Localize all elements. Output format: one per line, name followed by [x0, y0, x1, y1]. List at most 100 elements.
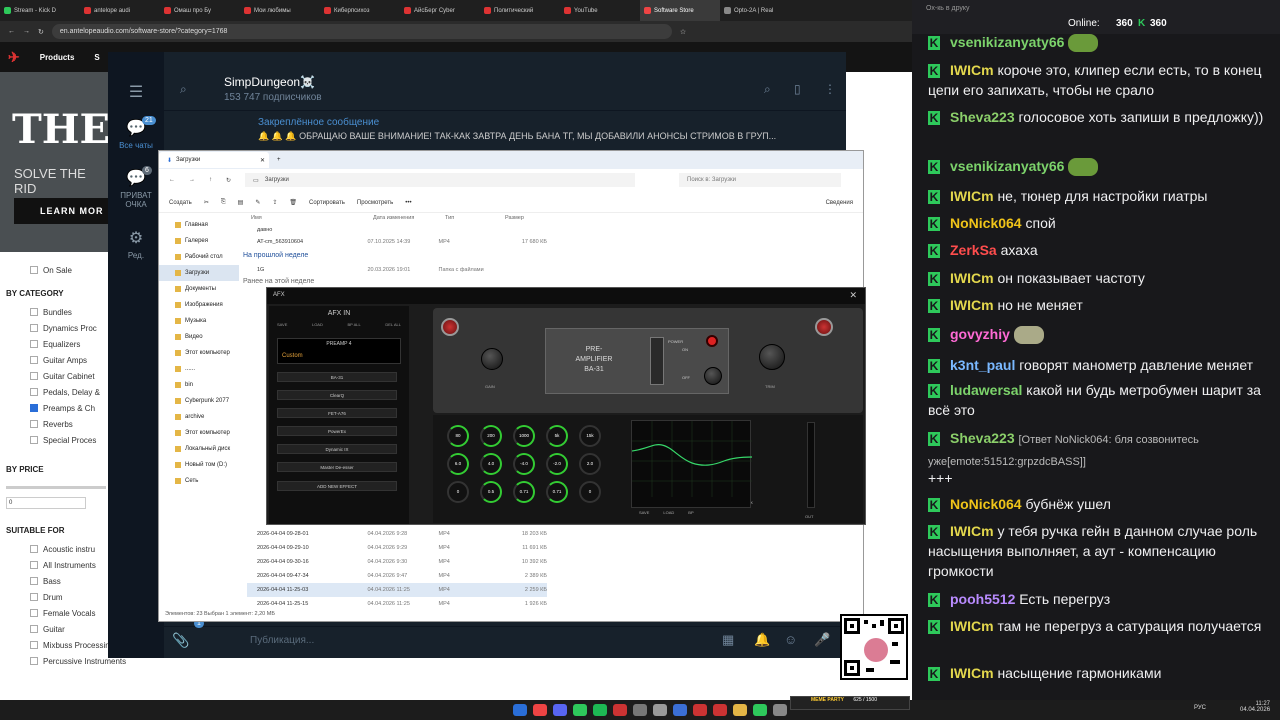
- bell-icon[interactable]: 🔔: [754, 632, 770, 648]
- checkbox[interactable]: [30, 356, 38, 364]
- eq-knob[interactable]: -4.0: [513, 453, 535, 475]
- taskbar-app-icon[interactable]: [753, 704, 767, 716]
- filter-on-sale[interactable]: On Sale: [30, 262, 110, 278]
- file-row[interactable]: 2026-04-04 09-29-10 04.04.2026 9:29 MP4 11 …: [247, 541, 547, 555]
- chat-username[interactable]: IWICm: [950, 665, 994, 681]
- channel-title[interactable]: SimpDungeon☠️: [224, 75, 315, 89]
- browser-tab[interactable]: Opto-2A | Real: [720, 0, 800, 21]
- chat-username[interactable]: ZerkSa: [950, 242, 997, 258]
- details-button[interactable]: Сведения: [826, 200, 863, 206]
- star-icon[interactable]: ☆: [680, 28, 686, 36]
- taskbar-app-icon[interactable]: [533, 704, 547, 716]
- add-effect-button[interactable]: ADD NEW EFFECT: [277, 481, 397, 491]
- search-icon[interactable]: ⌕: [180, 82, 187, 97]
- attach-icon[interactable]: 📎: [172, 632, 189, 649]
- sidebar-item[interactable]: Изображения: [159, 297, 239, 313]
- eq-knob[interactable]: 80: [447, 425, 469, 447]
- taskbar-app-icon[interactable]: [633, 704, 647, 716]
- reload-icon[interactable]: ↻: [38, 28, 44, 36]
- chat-username[interactable]: NoNick064: [950, 496, 1022, 512]
- chat-username[interactable]: vsenikizanyaty66: [950, 158, 1064, 174]
- browser-tab[interactable]: Омаш про Бу: [160, 0, 240, 21]
- effect-slot[interactable]: Master De-esser: [277, 462, 397, 472]
- taskbar-app-icon[interactable]: [713, 704, 727, 716]
- graph-load-button[interactable]: LOAD: [663, 510, 674, 515]
- chat-username[interactable]: NoNick064: [950, 215, 1022, 231]
- checkbox[interactable]: [30, 266, 38, 274]
- taskbar-app-icon[interactable]: [553, 704, 567, 716]
- eq-knob[interactable]: 5k: [546, 425, 568, 447]
- eq-knob[interactable]: -2.0: [546, 453, 568, 475]
- filter-category[interactable]: Pedals, Delay &: [30, 384, 110, 400]
- filter-category[interactable]: Guitar Amps: [30, 352, 110, 368]
- sidebar-item[interactable]: ......: [159, 361, 239, 377]
- cut-icon[interactable]: ✂: [204, 199, 209, 206]
- filter-suitable[interactable]: Acoustic instru: [30, 541, 110, 557]
- file-row[interactable]: 1G 20.03.2026 19:01 Папка с файлами: [247, 263, 547, 277]
- url-input[interactable]: en.antelopeaudio.com/software-store/?cat…: [51, 24, 672, 39]
- filter-suitable[interactable]: Percussive Instruments: [30, 653, 126, 669]
- price-slider[interactable]: [6, 486, 106, 489]
- sidebar-item[interactable]: Галерея: [159, 233, 239, 249]
- browser-tab[interactable]: Stream - Kick D: [0, 0, 80, 21]
- sort-button[interactable]: Сортировать: [309, 200, 345, 206]
- filter-suitable[interactable]: Female Vocals: [30, 605, 110, 621]
- price-min-input[interactable]: 0: [6, 497, 86, 509]
- col-date[interactable]: Дата изменения: [373, 215, 445, 221]
- sidebar-item[interactable]: Главная: [159, 217, 239, 233]
- eq-knob[interactable]: 15k: [579, 425, 601, 447]
- eq-knob[interactable]: 6.0: [447, 453, 469, 475]
- tab-downloads[interactable]: ⬇ Загрузки ✕: [159, 152, 269, 168]
- browser-tab[interactable]: Software Store: [640, 0, 720, 21]
- filter-category[interactable]: Special Proces: [30, 432, 110, 448]
- filter-category[interactable]: Dynamics Proc: [30, 320, 110, 336]
- chat-username[interactable]: ludawersal: [950, 382, 1022, 398]
- filter-category[interactable]: Equalizers: [30, 336, 110, 352]
- site-logo-icon[interactable]: ✈: [8, 49, 20, 66]
- sidebar-item[interactable]: archive: [159, 409, 239, 425]
- checkbox[interactable]: [30, 657, 38, 665]
- taskbar-app-icon[interactable]: [733, 704, 747, 716]
- chat-username[interactable]: pooh5512: [950, 591, 1015, 607]
- taskbar-app-icon[interactable]: [773, 704, 787, 716]
- taskbar-app-icon[interactable]: [593, 704, 607, 716]
- learn-more-button[interactable]: LEARN MOR: [14, 198, 110, 224]
- checkbox[interactable]: [30, 308, 38, 316]
- chat-username[interactable]: IWICm: [950, 188, 994, 204]
- col-type[interactable]: Тип: [445, 215, 505, 221]
- sidebar-item[interactable]: Этот компьютер: [159, 345, 239, 361]
- search-icon[interactable]: ⌕: [764, 82, 771, 97]
- forward-icon[interactable]: →: [189, 177, 195, 183]
- group-header[interactable]: На прошлой неделе: [243, 252, 308, 259]
- sidebar-item[interactable]: Рабочий стол: [159, 249, 239, 265]
- file-row[interactable]: 2026-04-04 11-25-15 04.04.2026 11:25 MP4 1 …: [247, 597, 547, 611]
- folder-all-chats[interactable]: 💬 Все чаты 21: [112, 116, 160, 150]
- sidebar-item[interactable]: Cyberpunk 2077: [159, 393, 239, 409]
- mic-icon[interactable]: 🎤: [814, 632, 830, 648]
- filter-suitable[interactable]: Mixbuss Processing: [30, 637, 114, 653]
- checkbox[interactable]: [30, 436, 38, 444]
- folder-private[interactable]: 💬 ПРИВАТ ОЧКА 6: [112, 166, 160, 209]
- view-button[interactable]: Просмотреть: [357, 200, 393, 206]
- sidebar-item[interactable]: Локальный диск: [159, 441, 239, 457]
- paste-icon[interactable]: ▤: [238, 199, 244, 206]
- taskbar-app-icon[interactable]: [653, 704, 667, 716]
- eq-knob[interactable]: 0: [579, 481, 601, 503]
- checkbox[interactable]: [30, 372, 38, 380]
- eq-knob[interactable]: 0: [447, 481, 469, 503]
- browser-tab[interactable]: YouTube: [560, 0, 640, 21]
- close-icon[interactable]: ✕: [260, 157, 269, 164]
- sidebar-item[interactable]: Сеть: [159, 473, 239, 489]
- file-row[interactable]: 2026-04-04 09-47-34 04.04.2026 9:47 MP4 2 3…: [247, 569, 547, 583]
- sidebar-toggle-icon[interactable]: ▯: [794, 82, 801, 96]
- refresh-icon[interactable]: ↻: [226, 177, 231, 184]
- taskbar-app-icon[interactable]: [513, 704, 527, 716]
- taskbar-app-icon[interactable]: [693, 704, 707, 716]
- checkbox[interactable]: [30, 340, 38, 348]
- col-name[interactable]: Имя: [251, 215, 373, 221]
- sidebar-item[interactable]: bin: [159, 377, 239, 393]
- chat-username[interactable]: IWICm: [950, 270, 994, 286]
- chat-username[interactable]: IWICm: [950, 297, 994, 313]
- checkbox[interactable]: [30, 625, 38, 633]
- delete-icon[interactable]: 🗑: [289, 199, 297, 206]
